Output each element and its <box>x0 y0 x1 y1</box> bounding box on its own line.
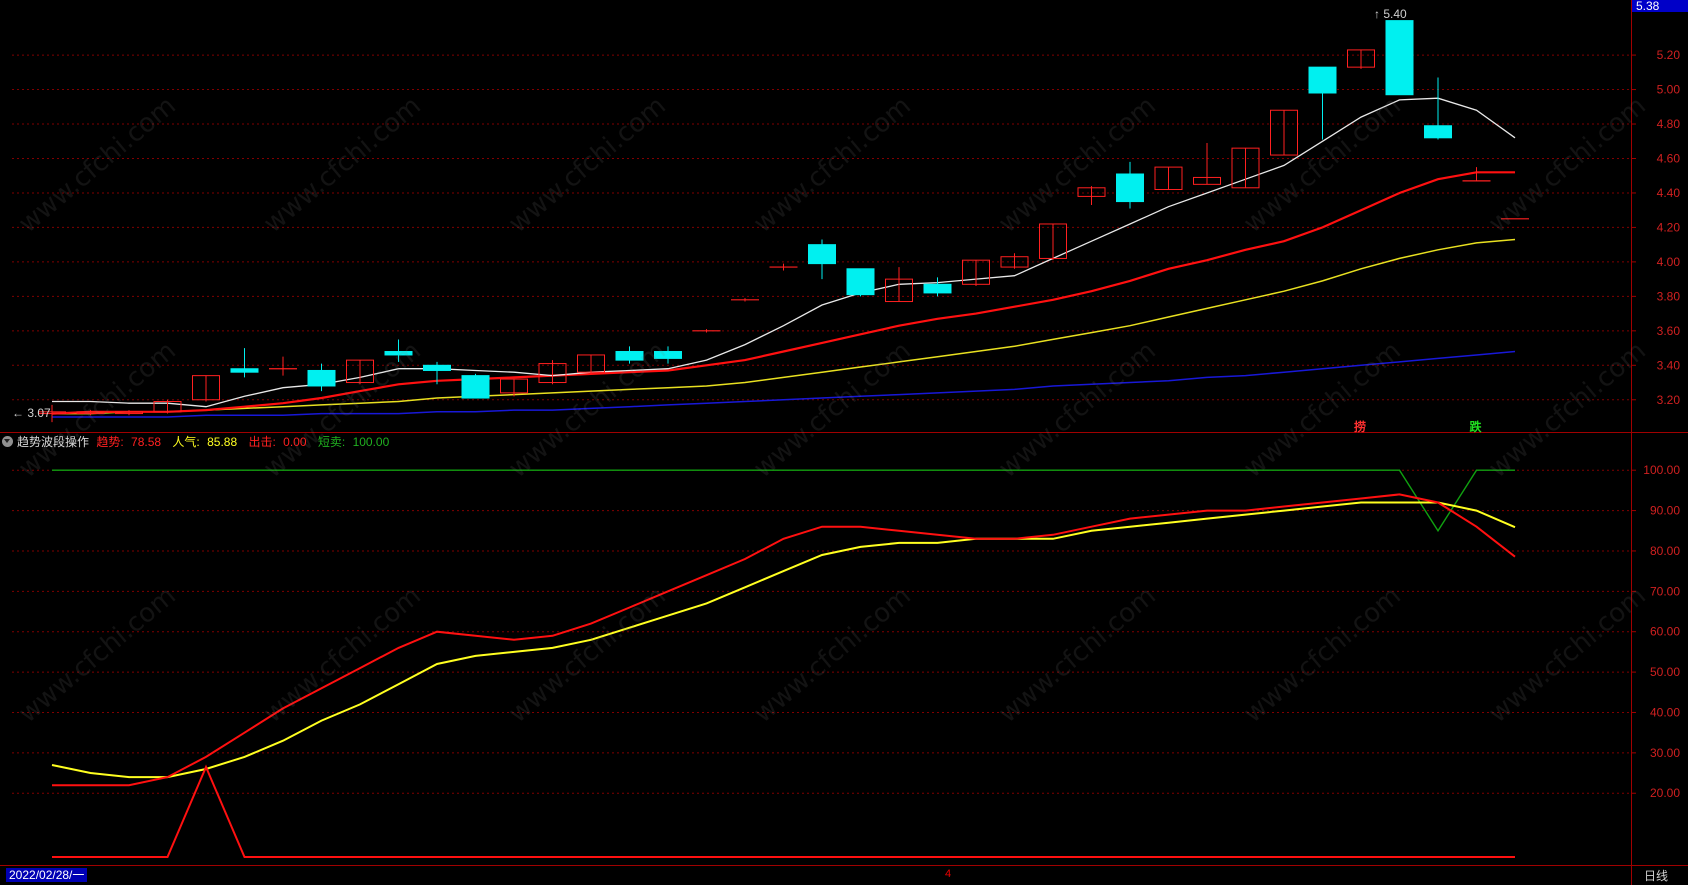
short-label: 短卖: <box>317 435 346 449</box>
indicator-tick-label: 30.00 <box>1650 746 1680 760</box>
price-tick-label: 3.20 <box>1657 393 1681 407</box>
signal-marker: 捞 <box>1354 420 1367 434</box>
exit-value: 0.00 <box>283 435 307 449</box>
price-tick-label: 3.80 <box>1657 289 1681 303</box>
low-price-label: ← 3.07 <box>12 406 51 420</box>
candle-body[interactable] <box>1308 66 1337 94</box>
candle-body[interactable] <box>307 369 336 387</box>
price-tick-label: 4.20 <box>1657 220 1681 234</box>
indicator-tick-label: 20.00 <box>1650 786 1680 800</box>
indicator-tick-label: 80.00 <box>1650 544 1680 558</box>
candle-body[interactable] <box>808 244 836 265</box>
indicator-tick-label: 40.00 <box>1650 705 1680 719</box>
cursor-date-badge: 2022/02/28/一 <box>6 868 88 882</box>
price-tick-label: 4.00 <box>1657 255 1681 269</box>
current-price-badge: 5.38 <box>1632 0 1688 12</box>
indicator-tick-label: 90.00 <box>1650 504 1680 518</box>
candle-body[interactable] <box>1385 20 1414 96</box>
candle-body[interactable] <box>461 375 490 399</box>
short-value: 100.00 <box>352 435 390 449</box>
exit-label: 出击: <box>248 435 276 449</box>
signal-marker: 跌 <box>1469 420 1482 434</box>
trend-label: 趋势: <box>96 435 124 449</box>
indicator-tick-label: 70.00 <box>1650 584 1680 598</box>
candle-body[interactable] <box>230 368 259 373</box>
candle-body[interactable] <box>1116 173 1144 203</box>
candle-body[interactable] <box>615 351 644 361</box>
high-price-value: 5.40 <box>1383 7 1407 21</box>
indicator-menu-icon[interactable] <box>2 436 13 447</box>
indicator-tick-label: 50.00 <box>1650 665 1680 679</box>
price-tick-label: 5.00 <box>1657 83 1681 97</box>
candle-body[interactable] <box>654 351 682 359</box>
price-tick-label: 3.60 <box>1657 324 1681 338</box>
price-tick-label: 4.60 <box>1657 151 1681 165</box>
popularity-label: 人气: <box>172 435 200 449</box>
price-tick-label: 3.40 <box>1657 358 1681 372</box>
candle-body[interactable] <box>923 283 952 294</box>
price-tick-label: 5.20 <box>1657 48 1681 62</box>
low-price-value: 3.07 <box>27 406 51 420</box>
high-price-label: ↑ 5.40 <box>1374 7 1407 21</box>
indicator-header: 趋势波段操作 趋势: 78.58 人气: 85.88 出击: 0.00 短卖: … <box>2 433 397 451</box>
indicator-tick-label: 100.00 <box>1643 463 1680 477</box>
period-selector[interactable]: 日线 <box>1644 867 1668 884</box>
candle-body[interactable] <box>846 268 875 296</box>
candle-body[interactable] <box>1424 125 1452 139</box>
indicator-tick-label: 60.00 <box>1650 625 1680 639</box>
popularity-value: 85.88 <box>207 435 238 449</box>
trend-value: 78.58 <box>131 435 162 449</box>
candle-body[interactable] <box>384 351 413 356</box>
month-marker: 4 <box>945 868 952 880</box>
indicator-name[interactable]: 趋势波段操作 <box>17 435 89 449</box>
candle-body[interactable] <box>423 364 451 371</box>
price-tick-label: 4.80 <box>1657 117 1681 131</box>
price-tick-label: 4.40 <box>1657 186 1681 200</box>
